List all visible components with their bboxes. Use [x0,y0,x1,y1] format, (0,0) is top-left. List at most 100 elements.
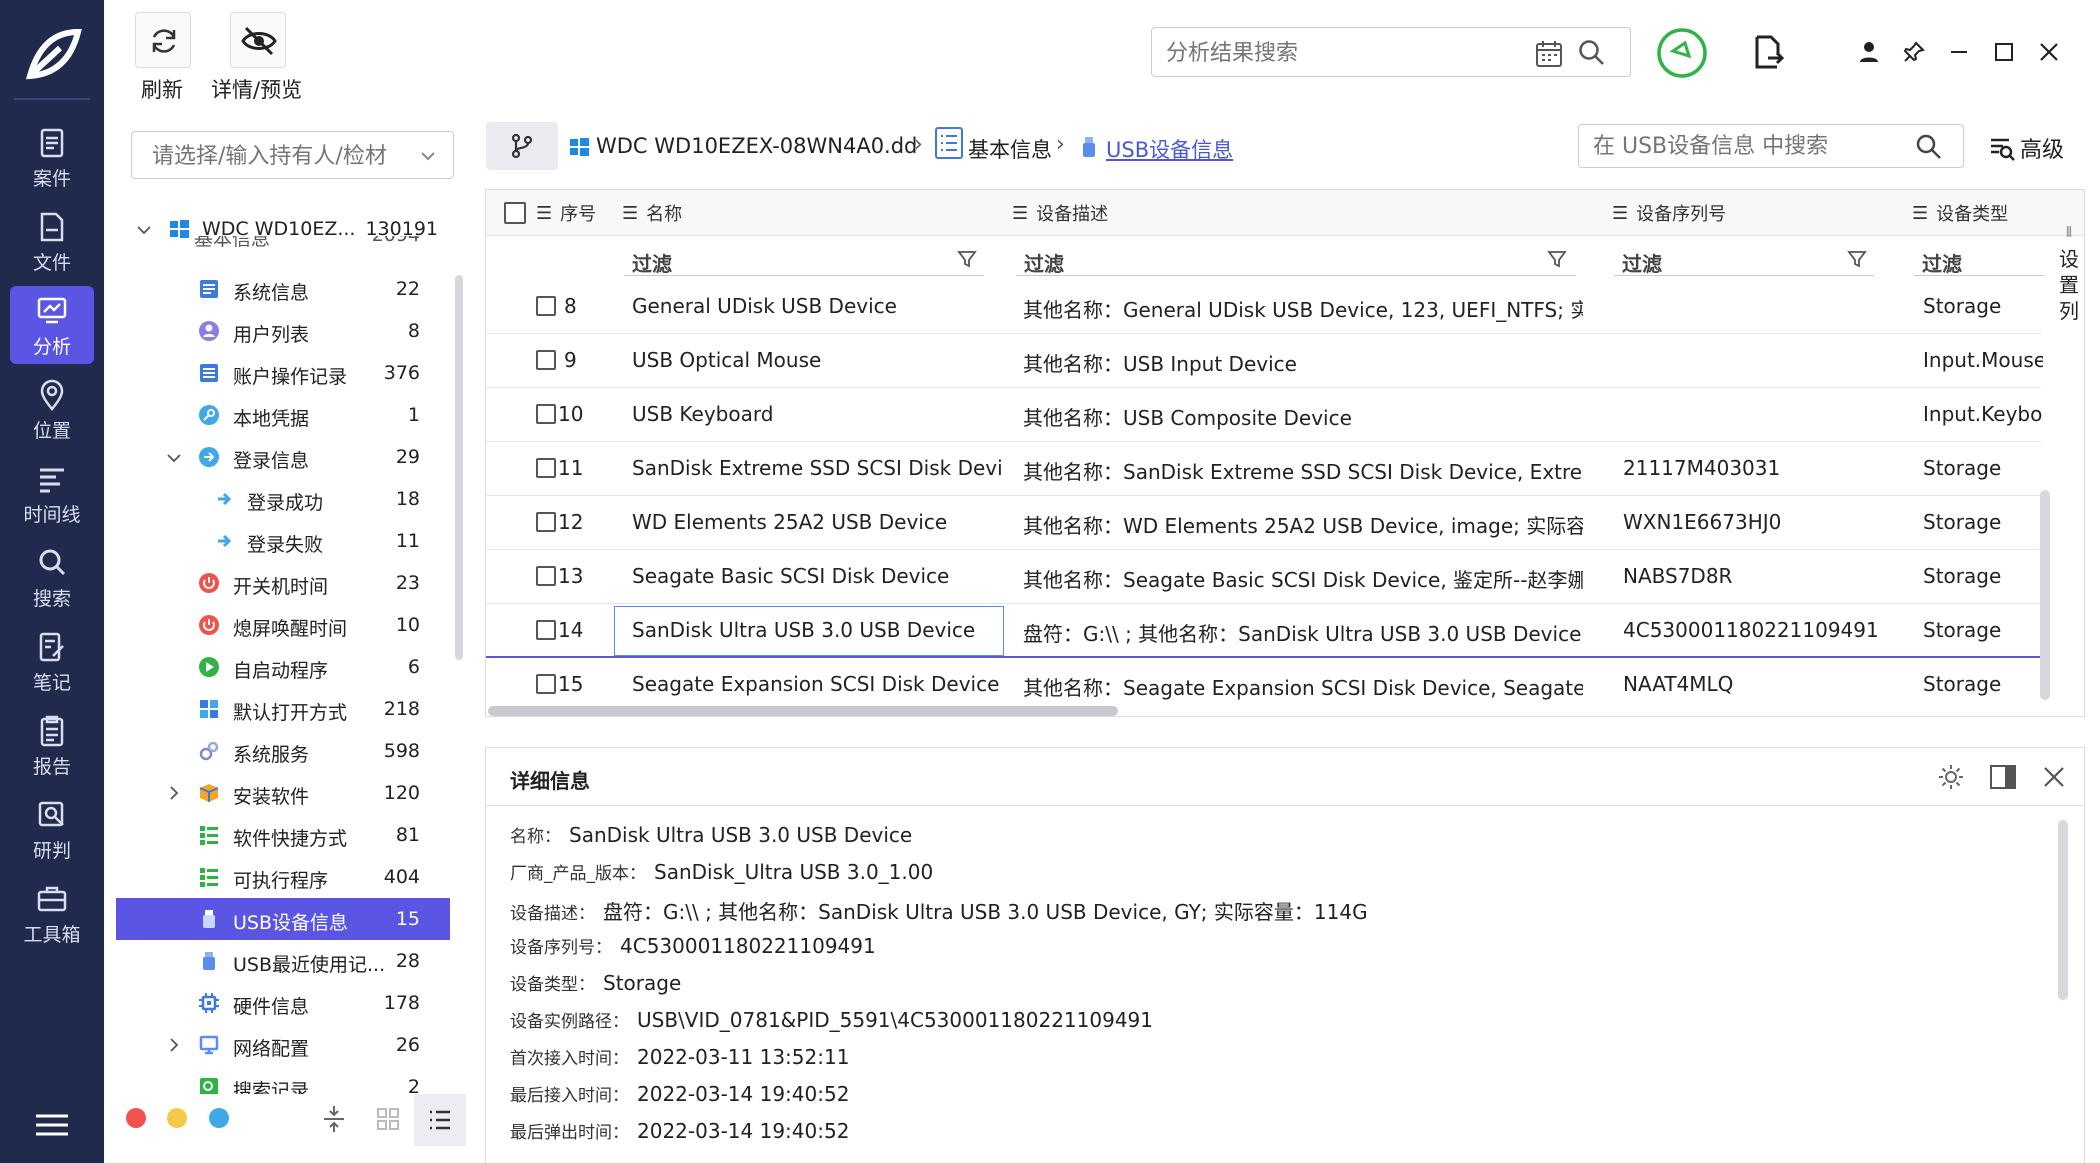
sidebar-scrollbar[interactable] [455,275,463,660]
close-window-button[interactable] [2029,32,2069,72]
tree-item-basic-info[interactable]: 基本信息 2094 [116,236,450,254]
filter-icon[interactable] [1546,248,1568,270]
breadcrumb-section[interactable]: 基本信息 [968,134,1052,164]
analysis-search-box[interactable] [1151,27,1631,77]
filter-icon[interactable] [956,248,978,270]
tree-item-autostart[interactable]: 自启动程序 6 [116,646,450,688]
rail-item-notes[interactable]: 笔记 [10,622,94,700]
refresh-button[interactable] [135,12,191,68]
rail-item-toolbox[interactable]: 工具箱 [10,874,94,952]
tree-item-search-history[interactable]: 搜索记录 2 [116,1066,450,1094]
column-header-index[interactable]: ☰ 序号 [536,190,616,236]
filter-name[interactable]: 过滤 [624,246,984,276]
tree-item-screen-wake[interactable]: 熄屏唤醒时间 10 [116,604,450,646]
close-panel-icon[interactable] [2041,764,2067,790]
split-panel-icon[interactable] [1989,763,2017,791]
grid-view-icon[interactable] [375,1106,401,1132]
analysis-search-input[interactable] [1166,38,1506,68]
rail-item-file[interactable]: 文件 [10,202,94,280]
tree-item-user-list[interactable]: 用户列表 8 [116,310,450,352]
yellow-label-dot[interactable] [167,1108,187,1128]
rail-item-judge[interactable]: 研判 [10,790,94,868]
tree-item-usb-recent[interactable]: USB最近使用记... 28 [116,940,450,982]
row-checkbox[interactable] [536,566,556,586]
tree-item-login-success[interactable]: 登录成功 18 [116,478,450,520]
chevron-right-icon[interactable] [166,785,182,801]
filter-desc[interactable]: 过滤 [1016,246,1576,276]
table-row[interactable]: 13 Seagate Basic SCSI Disk Device 其他名称：S… [486,550,2041,604]
table-row[interactable]: 11 SanDisk Extreme SSD SCSI Disk Devi...… [486,442,2041,496]
user-button[interactable] [1849,32,1889,72]
rail-item-analysis[interactable]: 分析 [10,286,94,364]
tree-item-system-info[interactable]: 系统信息 22 [116,268,450,310]
column-header-type[interactable]: ☰ 设备类型 [1912,190,2062,236]
table-row[interactable]: 12 WD Elements 25A2 USB Device 其他名称：WD E… [486,496,2041,550]
owner-evidence-input[interactable] [152,143,407,169]
rail-item-timeline[interactable]: 时间线 [10,454,94,532]
tree-item-software-shortcuts[interactable]: 软件快捷方式 81 [116,814,450,856]
tree-item-installed-software[interactable]: 安装软件 120 [116,772,450,814]
row-checkbox[interactable] [536,350,556,370]
tree-item-account-ops[interactable]: 账户操作记录 376 [116,352,450,394]
rail-item-report[interactable]: 报告 [10,706,94,784]
row-checkbox[interactable] [536,620,556,640]
table-row[interactable]: 15 Seagate Expansion SCSI Disk Device 其他… [486,658,2041,712]
status-ok-button[interactable] [1656,27,1708,79]
chevron-down-icon[interactable] [166,450,182,466]
breadcrumb-disk[interactable]: WDC WD10EZEX-08WN4A0.dd [596,134,917,158]
tree-item-network[interactable]: 网络配置 26 [116,1024,450,1066]
collapse-all-icon[interactable] [320,1104,348,1134]
blue-label-dot[interactable] [209,1108,229,1128]
hamburger-menu-icon[interactable] [34,1112,70,1138]
owner-evidence-select[interactable] [131,131,454,179]
tree-toggle-button[interactable] [486,122,558,170]
row-checkbox[interactable] [536,674,556,694]
export-button[interactable] [1748,32,1788,72]
breadcrumb-current[interactable]: USB设备信息 [1106,134,1233,164]
in-page-search-input[interactable] [1593,132,1903,160]
chevron-right-icon[interactable] [166,1037,182,1053]
search-icon[interactable] [1915,133,1943,161]
in-page-search-box[interactable] [1578,124,1964,168]
table-row[interactable]: 9 USB Optical Mouse 其他名称：USB Input Devic… [486,334,2043,388]
rail-item-case[interactable]: 案件 [10,118,94,196]
tree-item-login-info[interactable]: 登录信息 29 [116,436,450,478]
table-row[interactable]: 10 USB Keyboard 其他名称：USB Composite Devic… [486,388,2043,442]
rail-item-search[interactable]: 搜索 [10,538,94,616]
detail-scrollbar[interactable] [2058,820,2068,1000]
filter-serial[interactable]: 过滤 [1614,246,1874,276]
tree-item-usb-devices[interactable]: USB设备信息 15 [116,898,450,940]
filter-icon[interactable] [1846,248,1868,270]
gear-icon[interactable] [1936,762,1966,792]
column-header-name[interactable]: ☰ 名称 [622,190,982,236]
rail-item-location[interactable]: 位置 [10,370,94,448]
select-all-checkbox[interactable] [504,202,526,224]
column-header-serial[interactable]: ☰ 设备序列号 [1612,190,1872,236]
list-view-button[interactable] [414,1094,466,1146]
maximize-button[interactable] [1984,32,2024,72]
minimize-button[interactable] [1939,32,1979,72]
row-checkbox[interactable] [536,458,556,478]
table-horizontal-scrollbar[interactable] [488,706,1118,716]
tree-item-power-times[interactable]: 开关机时间 23 [116,562,450,604]
red-label-dot[interactable] [126,1108,146,1128]
tree-item-login-failure[interactable]: 登录失败 11 [116,520,450,562]
tree-item-executables[interactable]: 可执行程序 404 [116,856,450,898]
search-icon[interactable] [1577,38,1607,68]
column-settings-button[interactable]: ⦀ 设置列 [2054,220,2084,380]
table-vertical-scrollbar[interactable] [2040,490,2050,700]
table-row[interactable]: 8 General UDisk USB Device 其他名称：General … [486,286,2041,334]
filter-type[interactable]: 过滤 [1914,246,2044,276]
pin-button[interactable] [1894,32,1934,72]
preview-toggle-button[interactable] [230,12,286,68]
row-checkbox[interactable] [536,296,556,316]
calendar-icon[interactable] [1534,39,1564,69]
tree-item-hardware[interactable]: 硬件信息 178 [116,982,450,1024]
column-header-desc[interactable]: ☰ 设备描述 [1012,190,1572,236]
table-row-selected[interactable]: 14 SanDisk Ultra USB 3.0 USB Device 盘符：G… [486,604,2041,658]
advanced-search-button[interactable]: 高级 [2020,132,2064,164]
tree-item-system-services[interactable]: 系统服务 598 [116,730,450,772]
row-checkbox[interactable] [536,512,556,532]
tree-item-default-open[interactable]: 默认打开方式 218 [116,688,450,730]
row-checkbox[interactable] [536,404,556,424]
